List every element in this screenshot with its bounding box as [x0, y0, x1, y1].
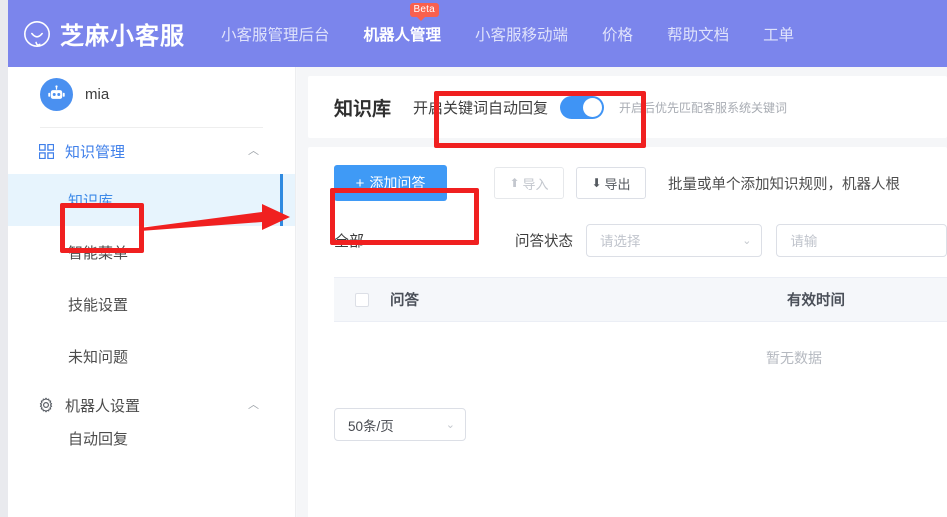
filter-tab-all[interactable]: 全部: [334, 230, 364, 251]
qa-status-placeholder: 请选择: [600, 234, 641, 249]
sidebar-item-unknown-questions[interactable]: 未知问题: [8, 330, 295, 382]
column-header-qa: 问答: [390, 293, 419, 309]
knowledge-base-header-card: 知识库 开启关键词自动回复 开启后优先匹配客服系统关键词: [308, 76, 947, 138]
smiley-face-logo-icon: [22, 19, 52, 49]
beta-badge: Beta: [409, 2, 439, 21]
sidebar-item-label: 技能设置: [68, 296, 129, 314]
main-content: 知识库 开启关键词自动回复 开启后优先匹配客服系统关键词 + 添加问答 ⬆ 导入: [297, 67, 947, 517]
sidebar-item-label: 未知问题: [68, 348, 129, 366]
nav-item-label: 小客服移动端: [475, 26, 569, 44]
sidebar-group-label: 机器人设置: [65, 397, 141, 415]
export-label: 导出: [604, 176, 631, 192]
page-size-value: 50条/页: [348, 418, 394, 434]
add-qa-label: 添加问答: [369, 175, 426, 191]
grid-icon: [38, 143, 54, 159]
nav-item-help-docs[interactable]: 帮助文档: [667, 23, 729, 45]
nav-item-pricing[interactable]: 价格: [602, 23, 633, 45]
brand-name: 芝麻小客服: [60, 23, 185, 50]
nav-item-label: 小客服管理后台: [221, 26, 330, 44]
filter-status-label: 问答状态: [515, 233, 574, 250]
sidebar-item-label: 智能菜单: [68, 244, 129, 262]
gear-icon: [38, 397, 54, 413]
nav-item-label: 工单: [763, 26, 795, 44]
keyword-auto-reply-label: 开启关键词自动回复: [413, 99, 549, 117]
search-input[interactable]: 请输: [776, 223, 947, 257]
export-button[interactable]: ⬇ 导出: [576, 167, 646, 199]
table-header-row: 问答 有效时间: [334, 277, 947, 322]
chevron-up-icon[interactable]: ︿: [248, 399, 259, 411]
toggle-knob: [583, 97, 603, 117]
nav-item-tickets[interactable]: 工单: [763, 23, 794, 45]
nav-item-label: 机器人管理: [363, 26, 442, 44]
qa-table: 问答 有效时间 暂无数据: [334, 277, 947, 382]
sidebar-item-knowledge-base[interactable]: 知识库: [8, 174, 295, 226]
sidebar-profile[interactable]: mia: [8, 67, 295, 121]
sidebar-item-label: 知识库: [68, 192, 114, 210]
robot-avatar-icon: [40, 77, 73, 111]
nav-item-robot-management[interactable]: Beta 机器人管理: [363, 2, 442, 45]
select-all-cell: [334, 292, 390, 307]
download-arrow-icon: ⬇: [591, 176, 602, 190]
nav-item-admin-console[interactable]: 小客服管理后台: [221, 23, 330, 45]
column-header-valid-time: 有效时间: [787, 293, 845, 309]
sidebar-item-smart-menu[interactable]: 智能菜单: [8, 226, 295, 278]
plus-icon: +: [355, 174, 365, 192]
sidebar-group-label: 知识管理: [65, 143, 126, 161]
page-size-select[interactable]: 50条/页 ⌄: [334, 408, 466, 441]
keyword-auto-reply-hint: 开启后优先匹配客服系统关键词: [619, 100, 788, 115]
add-qa-button[interactable]: + 添加问答: [334, 165, 447, 201]
empty-text: 暂无数据: [766, 350, 822, 366]
qa-status-select[interactable]: 请选择 ⌄: [586, 223, 763, 257]
search-placeholder: 请输: [790, 234, 818, 249]
keyword-auto-reply-control: 开启关键词自动回复 开启后优先匹配客服系统关键词: [413, 95, 788, 119]
filter-bar: 全部 问答状态 请选择 ⌄ 请输: [334, 223, 947, 257]
profile-name: mia: [85, 85, 110, 103]
nav-item-mobile[interactable]: 小客服移动端: [475, 23, 568, 45]
import-button[interactable]: ⬆ 导入: [494, 167, 564, 199]
import-label: 导入: [522, 176, 549, 192]
toolbar: + 添加问答 ⬆ 导入 ⬇ 导出 批量或单个添加知识规则，机器人根: [334, 165, 947, 201]
select-all-checkbox[interactable]: [355, 292, 369, 307]
sidebar-item-skill-settings[interactable]: 技能设置: [8, 278, 295, 330]
toolbar-hint-text: 批量或单个添加知识规则，机器人根: [668, 176, 900, 193]
chevron-up-icon[interactable]: ︿: [248, 145, 259, 157]
nav-item-label: 帮助文档: [667, 26, 730, 44]
chevron-down-icon: ⌄: [445, 419, 455, 431]
sidebar-item-auto-reply[interactable]: 自动回复: [8, 428, 295, 450]
sidebar-group-knowledge-management[interactable]: 知识管理 ︿: [8, 128, 295, 174]
nav-item-label: 价格: [602, 26, 634, 44]
sidebar-item-label: 自动回复: [68, 431, 129, 448]
top-navbar: 芝麻小客服 小客服管理后台 Beta 机器人管理 小客服移动端 价格 帮助文档 …: [8, 0, 947, 67]
knowledge-base-body-card: + 添加问答 ⬆ 导入 ⬇ 导出 批量或单个添加知识规则，机器人根 全部 问答状…: [308, 147, 947, 517]
table-empty-state: 暂无数据: [334, 322, 947, 382]
sidebar-group-robot-settings[interactable]: 机器人设置 ︿: [8, 382, 295, 428]
sidebar: mia 知识管理 ︿ 知识库 智能菜单 技能设置 未知问题 机器人设置 ︿ 自动…: [8, 67, 296, 517]
chevron-down-icon: ⌄: [742, 234, 752, 247]
pagination-bar: 50条/页 ⌄: [334, 408, 947, 441]
brand-logo[interactable]: 芝麻小客服: [22, 16, 185, 51]
navbar-items: 小客服管理后台 Beta 机器人管理 小客服移动端 价格 帮助文档 工单: [221, 2, 828, 45]
upload-arrow-icon: ⬆: [509, 176, 520, 190]
keyword-auto-reply-toggle[interactable]: [560, 95, 605, 119]
page-title: 知识库: [334, 98, 392, 120]
app-window: 芝麻小客服 小客服管理后台 Beta 机器人管理 小客服移动端 价格 帮助文档 …: [8, 0, 947, 517]
